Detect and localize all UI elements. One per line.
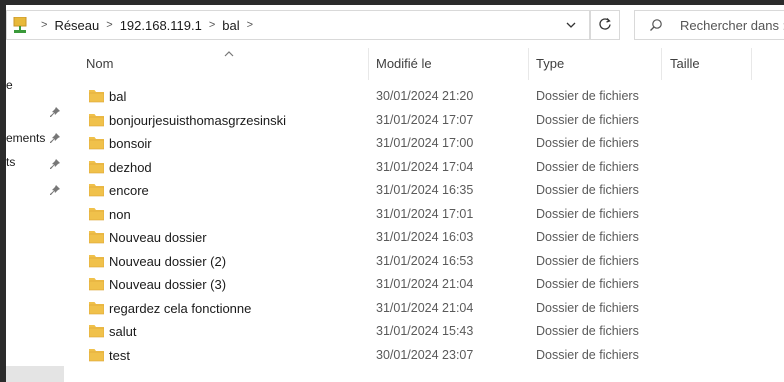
file-modified: 31/01/2024 15:43 (376, 324, 474, 338)
column-header-modified[interactable]: Modifié le (376, 56, 432, 71)
file-name[interactable]: regardez cela fonctionne (109, 301, 251, 316)
breadcrumb-bal[interactable]: bal (222, 18, 239, 33)
folder-icon (88, 160, 105, 174)
folder-icon (88, 324, 105, 338)
file-name[interactable]: Nouveau dossier (3) (109, 277, 226, 292)
file-type: Dossier de fichiers (536, 300, 639, 315)
file-modified: 30/01/2024 21:20 (376, 89, 474, 103)
column-header-type[interactable]: Type (536, 56, 564, 71)
file-modified: 31/01/2024 16:53 (376, 253, 474, 268)
file-name[interactable]: non (109, 207, 131, 222)
file-name[interactable]: Nouveau dossier (109, 230, 207, 245)
address-bar[interactable]: > Réseau > 192.168.119.1 > bal > (6, 10, 590, 40)
column-divider[interactable] (528, 48, 529, 80)
file-row[interactable]: salut 31/01/2024 15:43 Dossier de fichiers (72, 320, 784, 343)
file-name[interactable]: test (109, 348, 130, 363)
sort-ascending-icon (223, 47, 235, 61)
folder-icon (88, 183, 105, 197)
file-name[interactable]: dezhod (109, 160, 152, 175)
column-divider[interactable] (661, 48, 662, 80)
file-modified: 31/01/2024 17:07 (376, 112, 474, 127)
refresh-icon (598, 17, 612, 34)
folder-icon (88, 136, 105, 150)
file-name[interactable]: Nouveau dossier (2) (109, 254, 226, 269)
folder-icon (88, 277, 105, 291)
file-type: Dossier de fichiers (536, 324, 639, 338)
network-icon (13, 16, 27, 33)
file-row[interactable]: bonjourjesuisthomasgrzesinski 31/01/2024 … (72, 109, 784, 132)
column-header-name[interactable]: Nom (86, 56, 113, 71)
search-icon (649, 18, 663, 35)
file-row[interactable]: Nouveau dossier (2) 31/01/2024 16:53 Dossi… (72, 250, 784, 273)
file-type: Dossier de fichiers (536, 230, 639, 244)
file-name[interactable]: bonsoir (109, 136, 152, 151)
folder-icon (88, 230, 105, 244)
navigation-pane: e ements ts (6, 45, 70, 382)
file-type: Dossier de fichiers (536, 347, 639, 362)
pin-icon (49, 106, 61, 118)
breadcrumb-reseau[interactable]: Réseau (54, 18, 99, 33)
folder-icon (88, 254, 105, 268)
refresh-button[interactable] (590, 10, 620, 40)
file-name[interactable]: bonjourjesuisthomasgrzesinski (109, 113, 286, 128)
file-explorer-window: > Réseau > 192.168.119.1 > bal > Recherc… (6, 5, 784, 382)
pin-icon (49, 132, 61, 144)
file-type: Dossier de fichiers (536, 253, 639, 268)
file-modified: 31/01/2024 16:03 (376, 230, 474, 244)
chevron-down-icon[interactable] (563, 17, 579, 33)
file-type: Dossier de fichiers (536, 277, 639, 291)
file-modified: 31/01/2024 17:04 (376, 159, 474, 174)
search-input[interactable]: Rechercher dans : (634, 10, 784, 40)
file-modified: 31/01/2024 16:35 (376, 183, 474, 197)
file-name[interactable]: salut (109, 324, 136, 339)
file-modified: 31/01/2024 17:01 (376, 206, 474, 221)
file-type: Dossier de fichiers (536, 89, 639, 103)
breadcrumb-ip[interactable]: 192.168.119.1 (120, 18, 202, 33)
file-type: Dossier de fichiers (536, 159, 639, 174)
folder-icon (88, 113, 105, 127)
file-type: Dossier de fichiers (536, 136, 639, 150)
nav-item-label[interactable]: ements (6, 131, 45, 145)
search-placeholder: Rechercher dans : (680, 18, 784, 33)
chevron-right-icon: > (41, 19, 48, 31)
file-type: Dossier de fichiers (536, 206, 639, 221)
chevron-right-icon[interactable]: > (247, 19, 253, 31)
column-divider[interactable] (368, 48, 369, 80)
folder-icon (88, 207, 105, 221)
chevron-right-icon[interactable]: > (209, 19, 215, 31)
file-type: Dossier de fichiers (536, 183, 639, 197)
file-row[interactable]: dezhod 31/01/2024 17:04 Dossier de fichier… (72, 156, 784, 179)
file-type: Dossier de fichiers (536, 112, 639, 127)
file-row[interactable]: bal 30/01/2024 21:20 Dossier de fichiers (72, 85, 784, 108)
file-modified: 31/01/2024 21:04 (376, 277, 474, 291)
file-name[interactable]: encore (109, 183, 149, 198)
column-headers: Nom Modifié le Type Taille (72, 45, 784, 81)
file-row[interactable]: bonsoir 31/01/2024 17:00 Dossier de fichie… (72, 132, 784, 155)
pin-icon (49, 184, 61, 196)
file-row[interactable]: encore 31/01/2024 16:35 Dossier de fichier… (72, 179, 784, 202)
column-divider[interactable] (751, 48, 752, 80)
column-header-size[interactable]: Taille (670, 56, 700, 71)
folder-icon (88, 89, 105, 103)
file-row[interactable]: Nouveau dossier (3) 31/01/2024 21:04 Dossi… (72, 273, 784, 296)
address-toolbar: > Réseau > 192.168.119.1 > bal > Recherc… (6, 5, 784, 45)
file-row[interactable]: test 30/01/2024 23:07 Dossier de fichiers (72, 344, 784, 367)
folder-icon (88, 348, 105, 362)
scrollbar[interactable] (6, 366, 64, 382)
file-modified: 30/01/2024 23:07 (376, 347, 474, 362)
folder-icon (88, 301, 105, 315)
breadcrumb: > Réseau > 192.168.119.1 > bal > (13, 11, 260, 39)
file-modified: 31/01/2024 21:04 (376, 300, 474, 315)
file-modified: 31/01/2024 17:00 (376, 136, 474, 150)
file-name[interactable]: bal (109, 89, 126, 104)
file-row[interactable]: non 31/01/2024 17:01 Dossier de fichiers (72, 203, 784, 226)
chevron-right-icon[interactable]: > (106, 19, 112, 31)
nav-item-label[interactable]: e (6, 78, 13, 92)
file-row[interactable]: regardez cela fonctionne 31/01/2024 21:04… (72, 297, 784, 320)
file-row[interactable]: Nouveau dossier 31/01/2024 16:03 Dossier d… (72, 226, 784, 249)
nav-item-label[interactable]: ts (6, 155, 15, 169)
pin-icon (49, 158, 61, 170)
